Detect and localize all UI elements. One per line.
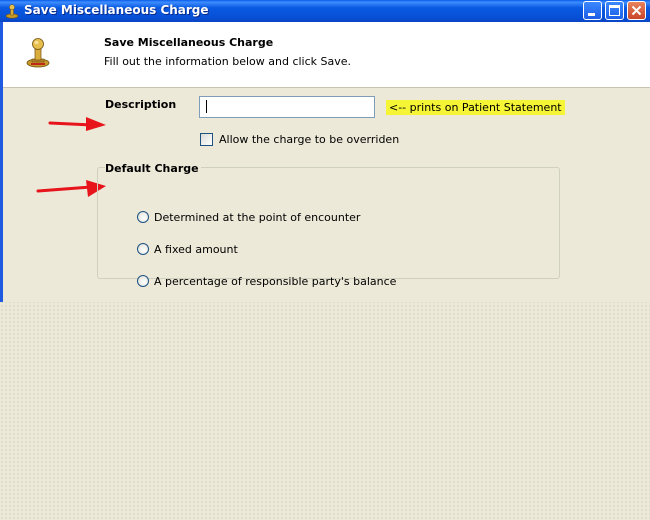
allow-override-label[interactable]: Allow the charge to be overriden	[219, 133, 399, 146]
maximize-icon	[609, 5, 620, 16]
dialog-instructions: Fill out the information below and click…	[104, 55, 352, 68]
red-arrow-icon	[48, 117, 106, 131]
dialog-window: Save Miscellaneous Charge Save Miscellan…	[0, 0, 650, 302]
description-input[interactable]	[199, 96, 375, 118]
stamp-icon	[5, 4, 19, 19]
desktop-background: Save Miscellaneous Charge Save Miscellan…	[0, 0, 650, 520]
radio-point-of-encounter-label[interactable]: Determined at the point of encounter	[154, 211, 360, 224]
radio-fixed-amount-label[interactable]: A fixed amount	[154, 243, 238, 256]
allow-override-checkbox[interactable]	[200, 133, 213, 146]
close-button[interactable]	[627, 1, 646, 20]
radio-percentage-balance[interactable]	[137, 275, 149, 287]
radio-percentage-balance-label[interactable]: A percentage of responsible party's bala…	[154, 275, 396, 288]
close-icon	[631, 5, 642, 16]
window-title: Save Miscellaneous Charge	[24, 3, 209, 17]
minimize-button[interactable]	[583, 1, 602, 20]
radio-point-of-encounter[interactable]	[137, 211, 149, 223]
statement-hint: <-- prints on Patient Statement	[386, 100, 565, 115]
minimize-icon	[588, 13, 595, 16]
description-label: Description	[105, 98, 177, 111]
dialog-header: Save Miscellaneous Charge Fill out the i…	[3, 22, 650, 88]
text-caret	[206, 100, 207, 113]
title-bar[interactable]: Save Miscellaneous Charge	[0, 0, 650, 22]
stamp-icon	[26, 38, 50, 68]
maximize-button[interactable]	[605, 1, 624, 20]
radio-fixed-amount[interactable]	[137, 243, 149, 255]
default-charge-label: Default Charge	[105, 162, 201, 175]
dialog-heading: Save Miscellaneous Charge	[104, 36, 274, 49]
